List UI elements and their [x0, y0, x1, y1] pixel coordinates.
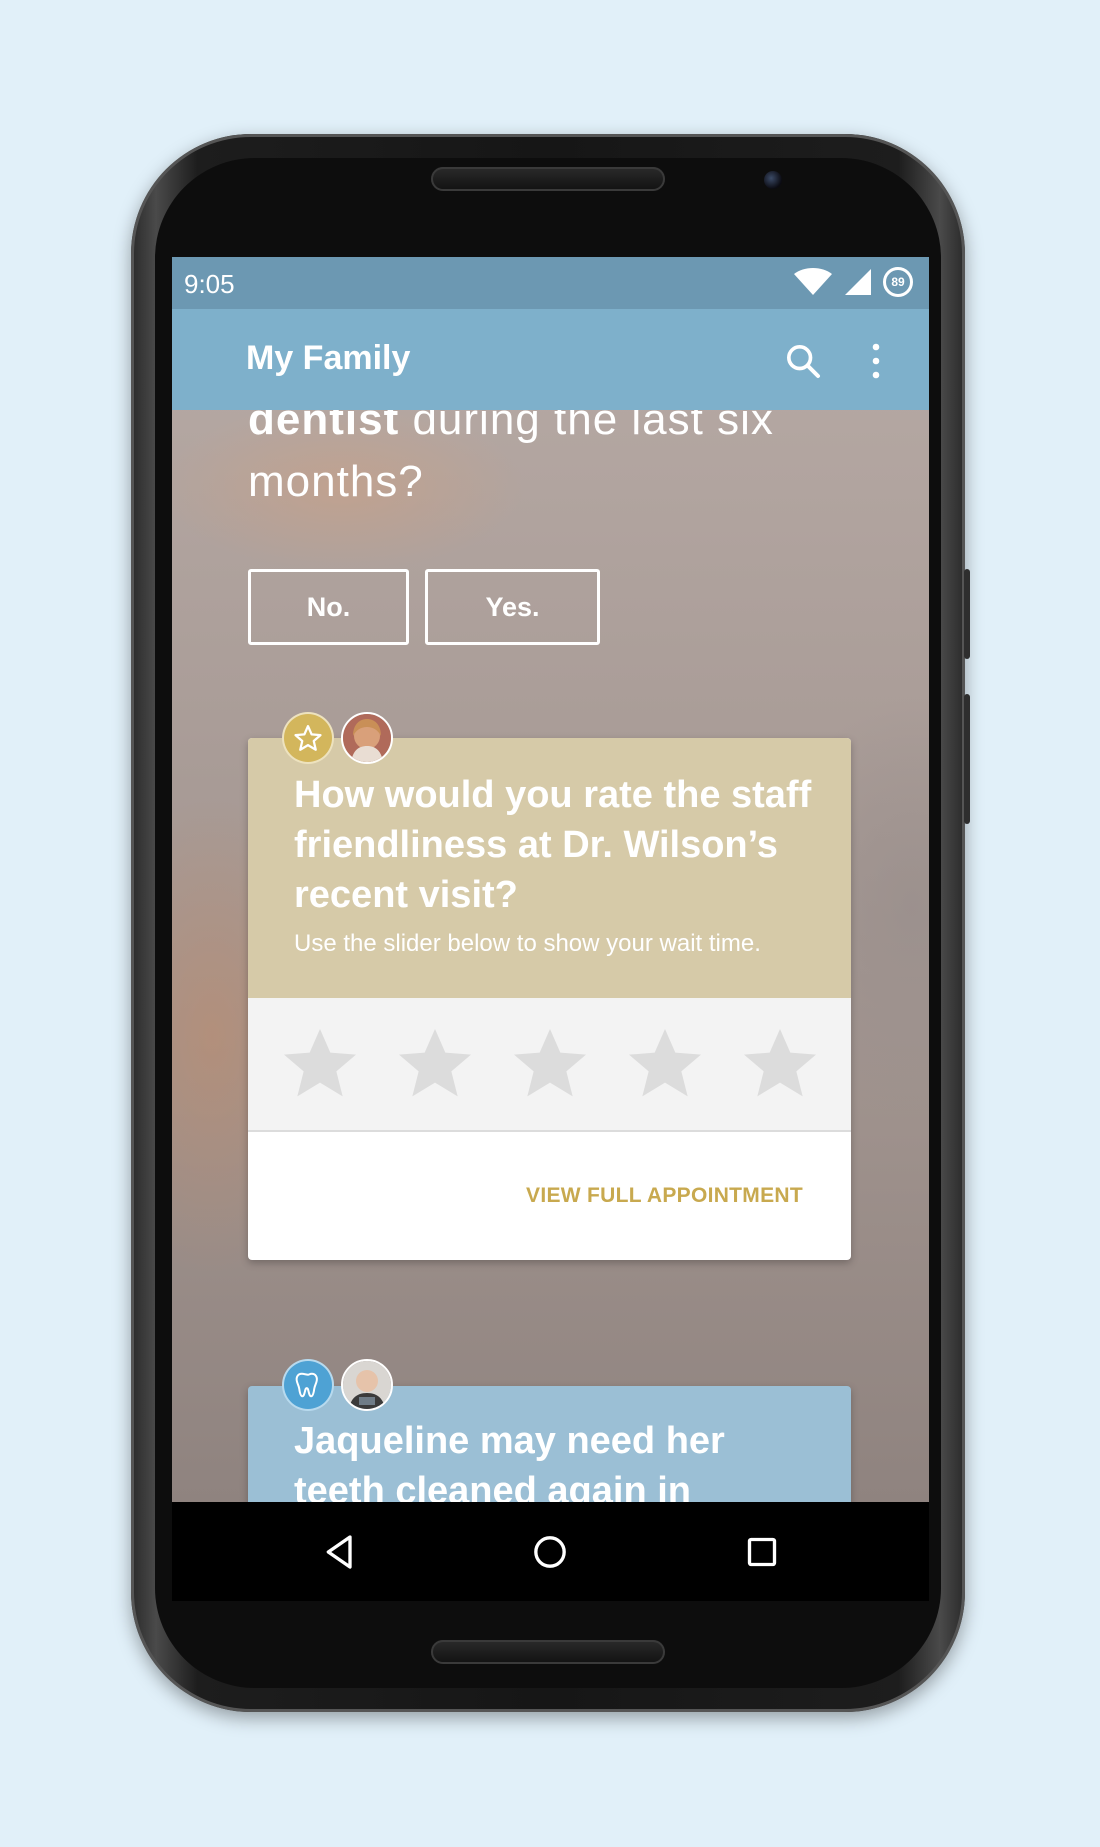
- more-vert-icon[interactable]: [871, 341, 881, 381]
- view-full-appointment-link[interactable]: VIEW FULL APPOINTMENT: [526, 1184, 803, 1208]
- star-icon[interactable]: [280, 1024, 360, 1104]
- rating-card-header: How would you rate the staff friendlines…: [248, 738, 851, 998]
- child-avatar: [341, 1359, 393, 1411]
- doctor-avatar: [341, 712, 393, 764]
- star-icon[interactable]: [625, 1024, 705, 1104]
- phone-screen: dentist during the last six months? No. …: [172, 257, 929, 1601]
- volume-button: [964, 569, 970, 659]
- answer-no-button[interactable]: No.: [248, 569, 409, 645]
- star-icon[interactable]: [395, 1024, 475, 1104]
- power-button: [964, 694, 970, 824]
- rating-card-subtitle: Use the slider below to show your wait t…: [294, 930, 761, 957]
- search-icon[interactable]: [783, 341, 823, 381]
- wifi-icon: [794, 268, 832, 295]
- reminder-card: Jaqueline may need her teeth cleaned aga…: [248, 1386, 851, 1502]
- recents-icon[interactable]: [742, 1532, 782, 1572]
- answer-yes-button[interactable]: Yes.: [425, 569, 600, 645]
- battery-level: 89: [891, 275, 905, 289]
- page-title: My Family: [246, 339, 411, 377]
- bottom-speaker: [431, 1640, 665, 1664]
- tooth-badge-icon: [282, 1359, 334, 1411]
- star-icon[interactable]: [740, 1024, 820, 1104]
- search-button[interactable]: [781, 339, 825, 383]
- rating-card: How would you rate the staff friendlines…: [248, 738, 851, 1260]
- battery-icon: 89: [883, 267, 913, 297]
- back-icon[interactable]: [320, 1532, 360, 1572]
- recents-button[interactable]: [734, 1524, 790, 1580]
- cell-signal-icon: [845, 269, 871, 295]
- reminder-card-title: Jaqueline may need her teeth cleaned aga…: [294, 1420, 725, 1502]
- star-rating[interactable]: [248, 998, 851, 1132]
- front-camera: [764, 171, 782, 189]
- star-badge-icon: [282, 712, 334, 764]
- star-icon[interactable]: [510, 1024, 590, 1104]
- status-bar: 9:05 89: [172, 257, 929, 309]
- rating-card-title: How would you rate the staff friendlines…: [294, 774, 812, 916]
- status-time: 9:05: [184, 269, 235, 299]
- back-button[interactable]: [312, 1524, 368, 1580]
- nav-bar: [172, 1502, 929, 1601]
- home-button[interactable]: [522, 1524, 578, 1580]
- top-speaker: [431, 167, 665, 191]
- app-bar: My Family: [172, 309, 929, 410]
- more-options-button[interactable]: [854, 339, 898, 383]
- home-icon[interactable]: [530, 1532, 570, 1572]
- feed-content[interactable]: dentist during the last six months? No. …: [172, 257, 929, 1502]
